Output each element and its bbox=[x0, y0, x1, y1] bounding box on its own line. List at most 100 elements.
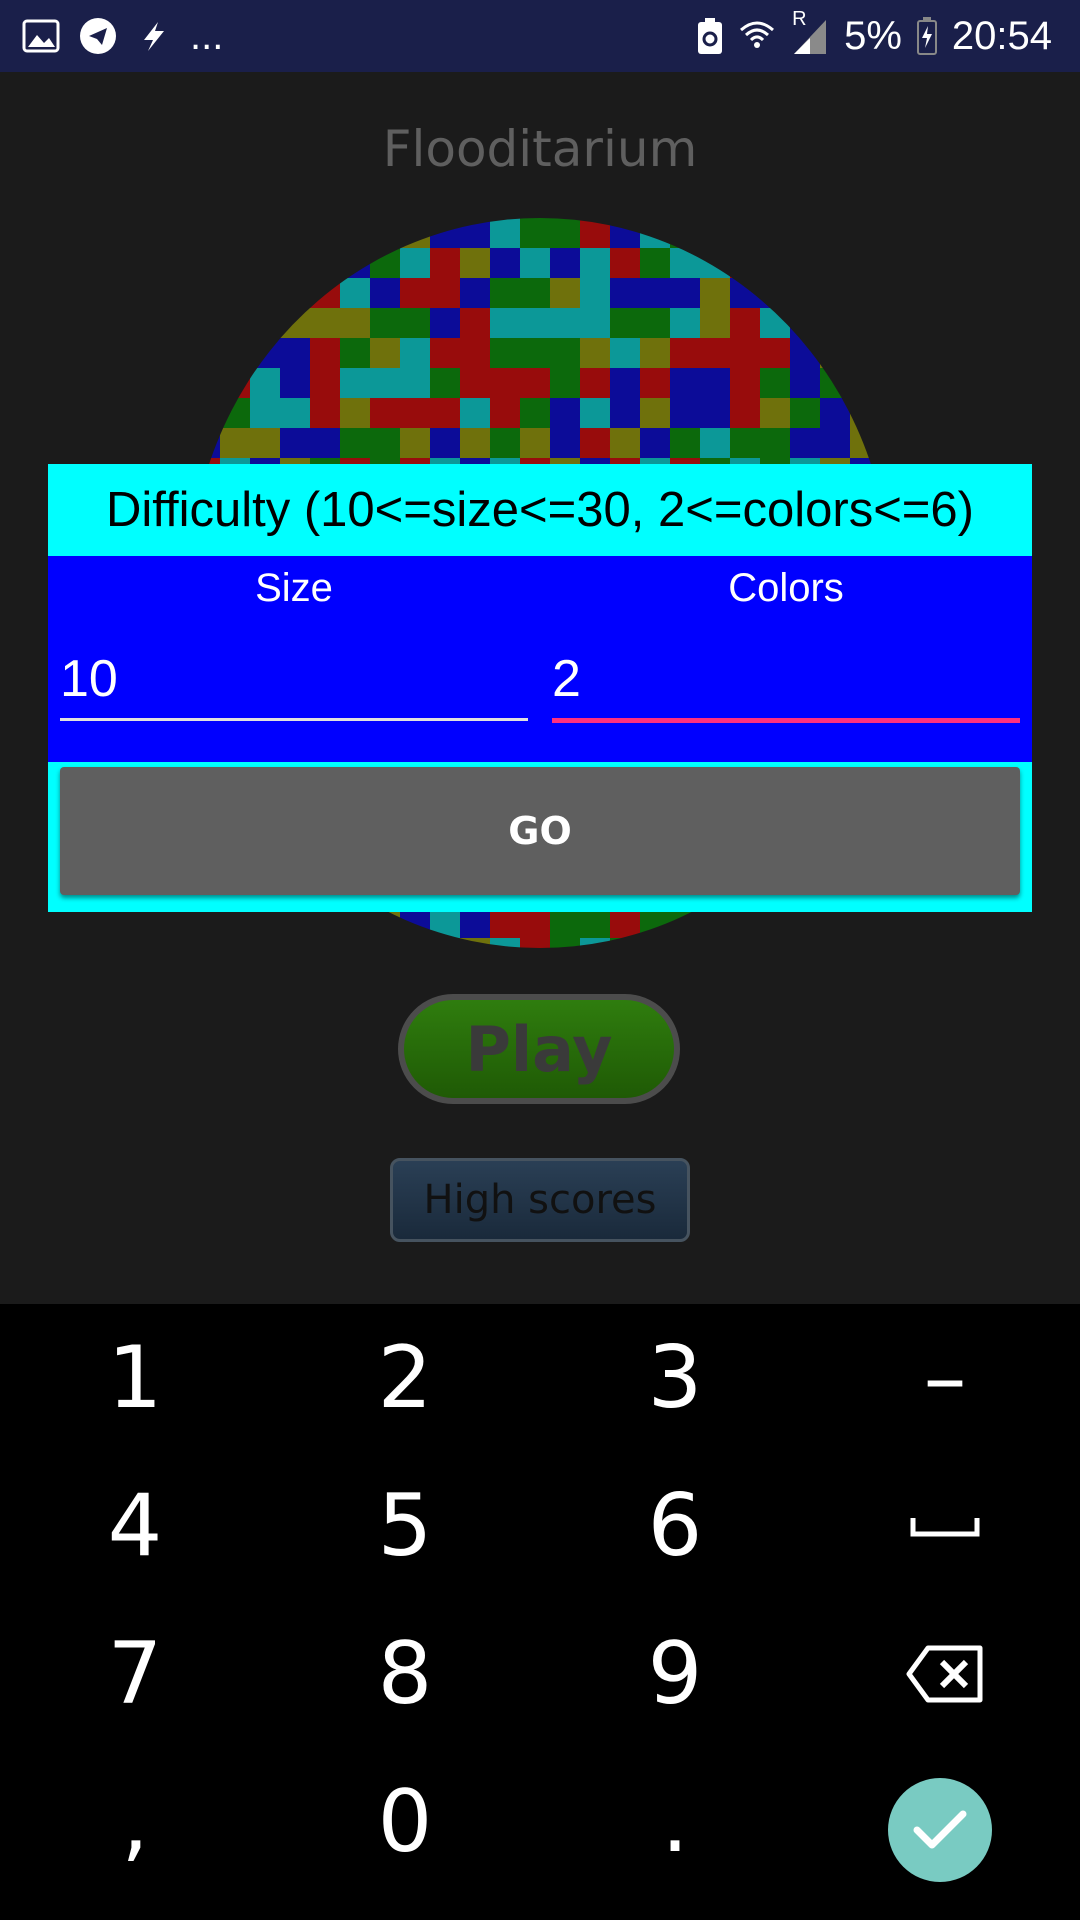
key-period[interactable]: . bbox=[540, 1748, 810, 1896]
board-cell bbox=[340, 908, 370, 938]
key-backspace[interactable] bbox=[810, 1600, 1080, 1748]
board-cell bbox=[400, 308, 430, 338]
board-cell bbox=[400, 938, 430, 948]
battery-saver-icon bbox=[696, 16, 724, 56]
board-cell bbox=[400, 398, 430, 428]
board-cell bbox=[370, 338, 400, 368]
key-minus[interactable]: – bbox=[810, 1304, 1080, 1452]
space-icon bbox=[910, 1518, 980, 1537]
board-cell bbox=[730, 908, 760, 938]
board-cell bbox=[880, 218, 890, 248]
colors-input[interactable]: 2 bbox=[552, 644, 1020, 714]
key-space[interactable] bbox=[810, 1452, 1080, 1600]
board-cell bbox=[550, 938, 580, 948]
board-cell bbox=[610, 338, 640, 368]
board-cell bbox=[610, 908, 640, 938]
board-cell bbox=[370, 428, 400, 458]
board-cell bbox=[550, 308, 580, 338]
board-cell bbox=[550, 368, 580, 398]
board-cell bbox=[730, 218, 760, 248]
board-cell bbox=[370, 908, 400, 938]
board-cell bbox=[190, 368, 220, 398]
board-cell bbox=[700, 938, 730, 948]
board-cell bbox=[610, 278, 640, 308]
board-cell bbox=[430, 308, 460, 338]
key-9[interactable]: 9 bbox=[540, 1600, 810, 1748]
board-cell bbox=[460, 428, 490, 458]
board-cell bbox=[850, 338, 880, 368]
clock: 20:54 bbox=[951, 13, 1052, 58]
key-2[interactable]: 2 bbox=[270, 1304, 540, 1452]
board-cell bbox=[730, 398, 760, 428]
board-cell bbox=[580, 368, 610, 398]
board-cell bbox=[730, 308, 760, 338]
board-cell bbox=[670, 218, 700, 248]
board-cell bbox=[400, 278, 430, 308]
board-cell bbox=[790, 398, 820, 428]
board-cell bbox=[820, 278, 850, 308]
board-cell bbox=[640, 908, 670, 938]
key-4[interactable]: 4 bbox=[0, 1452, 270, 1600]
board-cell bbox=[310, 248, 340, 278]
board-cell bbox=[370, 368, 400, 398]
key-3[interactable]: 3 bbox=[540, 1304, 810, 1452]
board-cell bbox=[340, 428, 370, 458]
board-cell bbox=[850, 938, 880, 948]
key-8[interactable]: 8 bbox=[270, 1600, 540, 1748]
board-cell bbox=[400, 218, 430, 248]
key-7[interactable]: 7 bbox=[0, 1600, 270, 1748]
board-cell bbox=[460, 368, 490, 398]
size-input[interactable]: 10 bbox=[60, 644, 528, 714]
board-cell bbox=[760, 278, 790, 308]
board-cell bbox=[790, 218, 820, 248]
board-cell bbox=[340, 938, 370, 948]
board-cell bbox=[850, 248, 880, 278]
board-cell bbox=[340, 278, 370, 308]
board-cell bbox=[430, 398, 460, 428]
board-cell bbox=[580, 248, 610, 278]
board-cell bbox=[220, 218, 250, 248]
board-cell bbox=[220, 398, 250, 428]
high-scores-button[interactable]: High scores bbox=[390, 1158, 690, 1242]
key-comma[interactable]: , bbox=[0, 1748, 270, 1896]
size-field: Size 10 bbox=[60, 556, 528, 762]
key-6[interactable]: 6 bbox=[540, 1452, 810, 1600]
play-button[interactable]: Play bbox=[398, 994, 680, 1104]
board-cell bbox=[340, 368, 370, 398]
board-cell bbox=[280, 428, 310, 458]
board-cell bbox=[220, 248, 250, 278]
board-cell bbox=[520, 308, 550, 338]
board-cell bbox=[250, 368, 280, 398]
board-cell bbox=[700, 398, 730, 428]
board-cell bbox=[790, 308, 820, 338]
board-cell bbox=[310, 338, 340, 368]
go-button[interactable]: GO bbox=[60, 767, 1020, 895]
board-cell bbox=[280, 278, 310, 308]
key-1[interactable]: 1 bbox=[0, 1304, 270, 1452]
board-cell bbox=[430, 938, 460, 948]
board-cell bbox=[520, 278, 550, 308]
board-cell bbox=[550, 278, 580, 308]
board-cell bbox=[430, 248, 460, 278]
board-cell bbox=[820, 428, 850, 458]
board-cell bbox=[700, 338, 730, 368]
board-cell bbox=[820, 218, 850, 248]
board-cell bbox=[190, 428, 220, 458]
board-cell bbox=[640, 248, 670, 278]
key-5[interactable]: 5 bbox=[270, 1452, 540, 1600]
board-cell bbox=[430, 278, 460, 308]
board-cell bbox=[220, 908, 250, 938]
board-cell bbox=[280, 908, 310, 938]
board-cell bbox=[280, 218, 310, 248]
board-cell bbox=[460, 308, 490, 338]
enter-button[interactable] bbox=[888, 1778, 992, 1882]
board-cell bbox=[730, 248, 760, 278]
board-cell bbox=[490, 398, 520, 428]
board-cell bbox=[340, 248, 370, 278]
board-cell bbox=[310, 938, 340, 948]
board-cell bbox=[430, 428, 460, 458]
board-cell bbox=[550, 248, 580, 278]
battery-percent: 5% bbox=[844, 13, 902, 58]
board-cell bbox=[730, 368, 760, 398]
key-0[interactable]: 0 bbox=[270, 1748, 540, 1896]
